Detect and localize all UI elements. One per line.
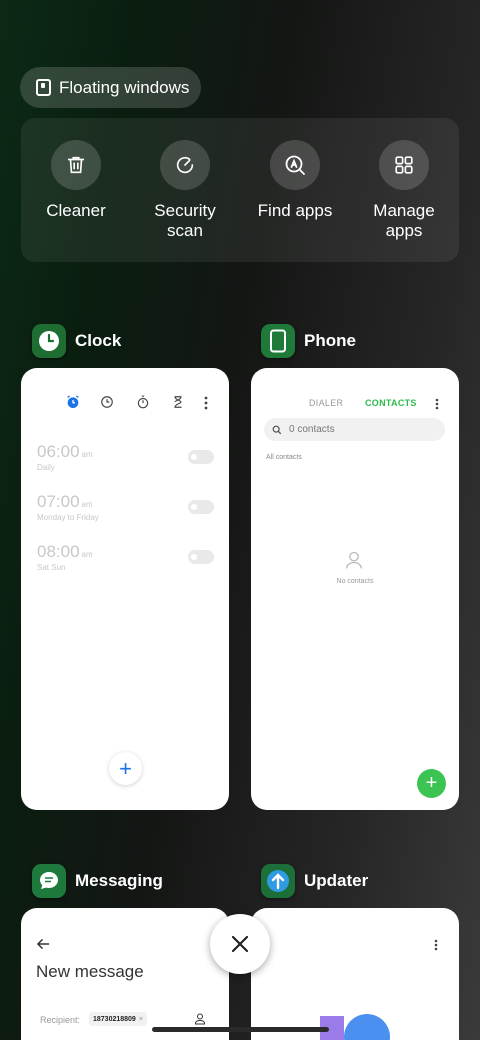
floating-window-icon — [36, 79, 51, 96]
more-options-icon[interactable] — [434, 397, 440, 415]
phone-app-card[interactable]: DIALER CONTACTS 0 contacts All contacts … — [251, 368, 459, 810]
find-apps-icon — [270, 140, 320, 190]
cleaner-button[interactable]: Cleaner — [21, 140, 131, 221]
messaging-app-header[interactable]: Messaging — [32, 864, 163, 898]
plus-icon: + — [425, 772, 438, 794]
security-scan-label: Security scan — [154, 201, 216, 240]
update-illustration-circle — [344, 1014, 390, 1040]
contacts-filter-label: All contacts — [266, 454, 302, 461]
phone-app-icon — [261, 324, 295, 358]
alarm-tab-icon[interactable] — [65, 394, 81, 415]
grid-icon — [379, 140, 429, 190]
updater-app-icon — [261, 864, 295, 898]
more-options-icon[interactable] — [203, 396, 209, 415]
add-contact-button[interactable]: + — [417, 769, 446, 798]
add-alarm-button[interactable]: + — [109, 752, 142, 785]
manage-apps-button[interactable]: Manage apps — [349, 140, 459, 241]
empty-contacts-text: No contacts — [336, 578, 374, 585]
chip-close-icon[interactable]: × — [139, 1016, 143, 1023]
search-icon — [272, 425, 282, 434]
plus-icon: + — [119, 755, 132, 781]
security-scan-button[interactable]: Security scan — [130, 140, 240, 241]
person-icon — [344, 550, 364, 575]
cleaner-label: Cleaner — [46, 201, 106, 220]
phone-app-header[interactable]: Phone — [261, 324, 356, 358]
alarm-ampm: am — [81, 450, 93, 459]
alarm-time: 06:00 — [37, 442, 80, 461]
recipient-number: 18730218809 — [93, 1015, 136, 1023]
contacts-search-placeholder: 0 contacts — [289, 424, 335, 435]
alarm-toggle[interactable] — [188, 550, 214, 564]
contacts-search-input[interactable]: 0 contacts — [264, 418, 445, 441]
updater-app-card[interactable] — [251, 908, 459, 1040]
alarm-toggle[interactable] — [188, 500, 214, 514]
recipient-chip[interactable]: 18730218809 × — [89, 1012, 147, 1026]
contacts-filter[interactable]: All contacts — [266, 454, 302, 461]
messaging-app-name: Messaging — [75, 871, 163, 890]
close-icon — [231, 935, 249, 953]
stopwatch-tab-icon[interactable] — [136, 395, 150, 414]
recipient-label: Recipient: — [40, 1015, 81, 1025]
phone-app-name: Phone — [304, 331, 356, 350]
trash-icon — [51, 140, 101, 190]
alarm-time: 07:00 — [37, 492, 80, 511]
floating-windows-label: Floating windows — [59, 77, 190, 97]
alarm-time: 08:00 — [37, 542, 80, 561]
tab-dialer[interactable]: DIALER — [309, 398, 343, 408]
clock-app-icon — [32, 324, 66, 358]
alarm-ampm: am — [81, 550, 93, 559]
clock-app-header[interactable]: Clock — [32, 324, 121, 358]
updater-app-header[interactable]: Updater — [261, 864, 368, 898]
clear-all-button[interactable] — [210, 914, 270, 974]
find-apps-button[interactable]: Find apps — [240, 140, 350, 221]
floating-windows-button[interactable]: Floating windows — [20, 67, 201, 108]
alarm-toggle[interactable] — [188, 450, 214, 464]
updater-app-name: Updater — [304, 871, 369, 890]
clock-app-name: Clock — [75, 331, 122, 350]
alarm-repeat: Daily — [37, 463, 55, 472]
security-scan-icon — [160, 140, 210, 190]
new-message-title: New message — [36, 962, 144, 981]
back-arrow-icon[interactable] — [36, 937, 50, 955]
manage-apps-label: Manage apps — [373, 201, 435, 240]
messaging-app-card[interactable]: New message Recipient: 18730218809 × — [21, 908, 229, 1040]
more-options-icon[interactable] — [433, 938, 439, 956]
messaging-app-icon — [32, 864, 66, 898]
home-indicator[interactable] — [152, 1027, 329, 1032]
alarm-repeat: Sat Sun — [37, 563, 66, 572]
clock-app-card[interactable]: 06:00 am Daily 07:00 am Monday to Friday 0… — [21, 368, 229, 810]
quick-tools-panel: Cleaner Security scan Find apps Manage a… — [21, 118, 459, 262]
world-clock-tab-icon[interactable] — [100, 395, 114, 414]
tab-contacts[interactable]: CONTACTS — [365, 398, 417, 408]
alarm-ampm: am — [81, 500, 93, 509]
alarm-repeat: Monday to Friday — [37, 513, 99, 522]
timer-tab-icon[interactable] — [171, 395, 185, 414]
find-apps-label: Find apps — [257, 201, 333, 220]
